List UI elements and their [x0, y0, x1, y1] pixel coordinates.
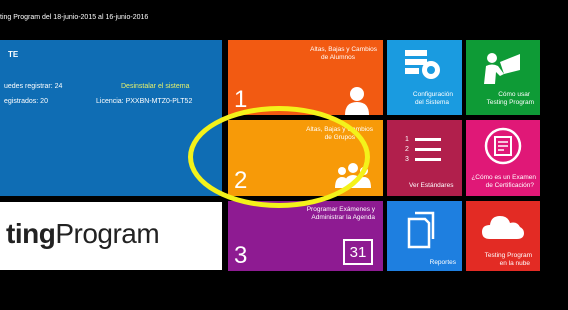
brand-light: Program: [55, 218, 160, 249]
brand-logo: tingProgram: [0, 202, 222, 270]
tile-programar-agenda[interactable]: Programar Exámenes y Administrar la Agen…: [228, 201, 383, 271]
list-num-1: 1: [405, 136, 409, 143]
tile-como-usar[interactable]: Cómo usar Testing Program: [466, 40, 540, 115]
tile-label-2: Administrar la Agenda: [311, 214, 375, 221]
uninstall-link[interactable]: Desinstalar el sistema: [121, 83, 189, 90]
registered-text: egistrados: 20: [4, 98, 48, 105]
tile-label: Cómo usar: [498, 91, 530, 98]
tile-label: Ver Estándares: [409, 182, 454, 189]
tile-testing-nube[interactable]: Testing Program en la nube: [466, 201, 540, 271]
settings-icon: [405, 50, 440, 79]
list-num-2: 2: [405, 146, 409, 153]
tile-ver-estandares[interactable]: 1 2 3 Ver Estándares: [387, 120, 462, 196]
highlight-ellipse: [188, 106, 370, 208]
tile-label-2: de Alumnos: [321, 54, 355, 61]
tile-label: Reportes: [429, 259, 456, 266]
cloud-icon: [482, 216, 524, 239]
license-panel: TE uedes registrar: 24 Desinstalar el si…: [0, 40, 222, 196]
teacher-icon: [484, 53, 520, 84]
tile-label: Programar Exámenes y: [306, 206, 375, 213]
tile-label: Altas, Bajas y Cambios: [310, 46, 377, 53]
tile-label-2: del Sistema: [415, 99, 449, 106]
tile-examen-certificacion[interactable]: ¿Cómo es un Examen de Certificación?: [466, 120, 540, 196]
list-num-3: 3: [405, 156, 409, 163]
tile-label: ¿Cómo es un Examen: [471, 174, 536, 181]
program-period-header: ting Program del 18-junio-2015 al 16-jun…: [0, 14, 149, 21]
certificate-icon: [484, 127, 522, 165]
calendar-day: 31: [349, 244, 367, 261]
panel-title: TE: [8, 50, 19, 59]
tile-number: 3: [234, 242, 248, 269]
tile-configuracion[interactable]: Configuración del Sistema: [387, 40, 462, 115]
brand-bold: ting: [6, 218, 56, 249]
tile-altas-alumnos[interactable]: Altas, Bajas y Cambios de Alumnos 1: [228, 40, 383, 115]
tile-reportes[interactable]: Reportes: [387, 201, 462, 271]
tile-label-2: en la nube: [499, 260, 530, 267]
can-register-text: uedes registrar: 24: [4, 83, 63, 90]
tile-label: Testing Program: [484, 252, 532, 259]
license-text: Licencia: PXXBN-MTZ0-PLT52: [96, 98, 193, 105]
calendar-icon: 31: [343, 239, 373, 265]
tile-label: Configuración: [412, 91, 453, 98]
tile-label-2: Testing Program: [486, 99, 534, 106]
documents-icon: [407, 211, 435, 249]
person-icon: [345, 87, 369, 115]
tile-label-2: de Certificación?: [485, 182, 534, 189]
list-icon: 1 2 3: [405, 136, 445, 168]
